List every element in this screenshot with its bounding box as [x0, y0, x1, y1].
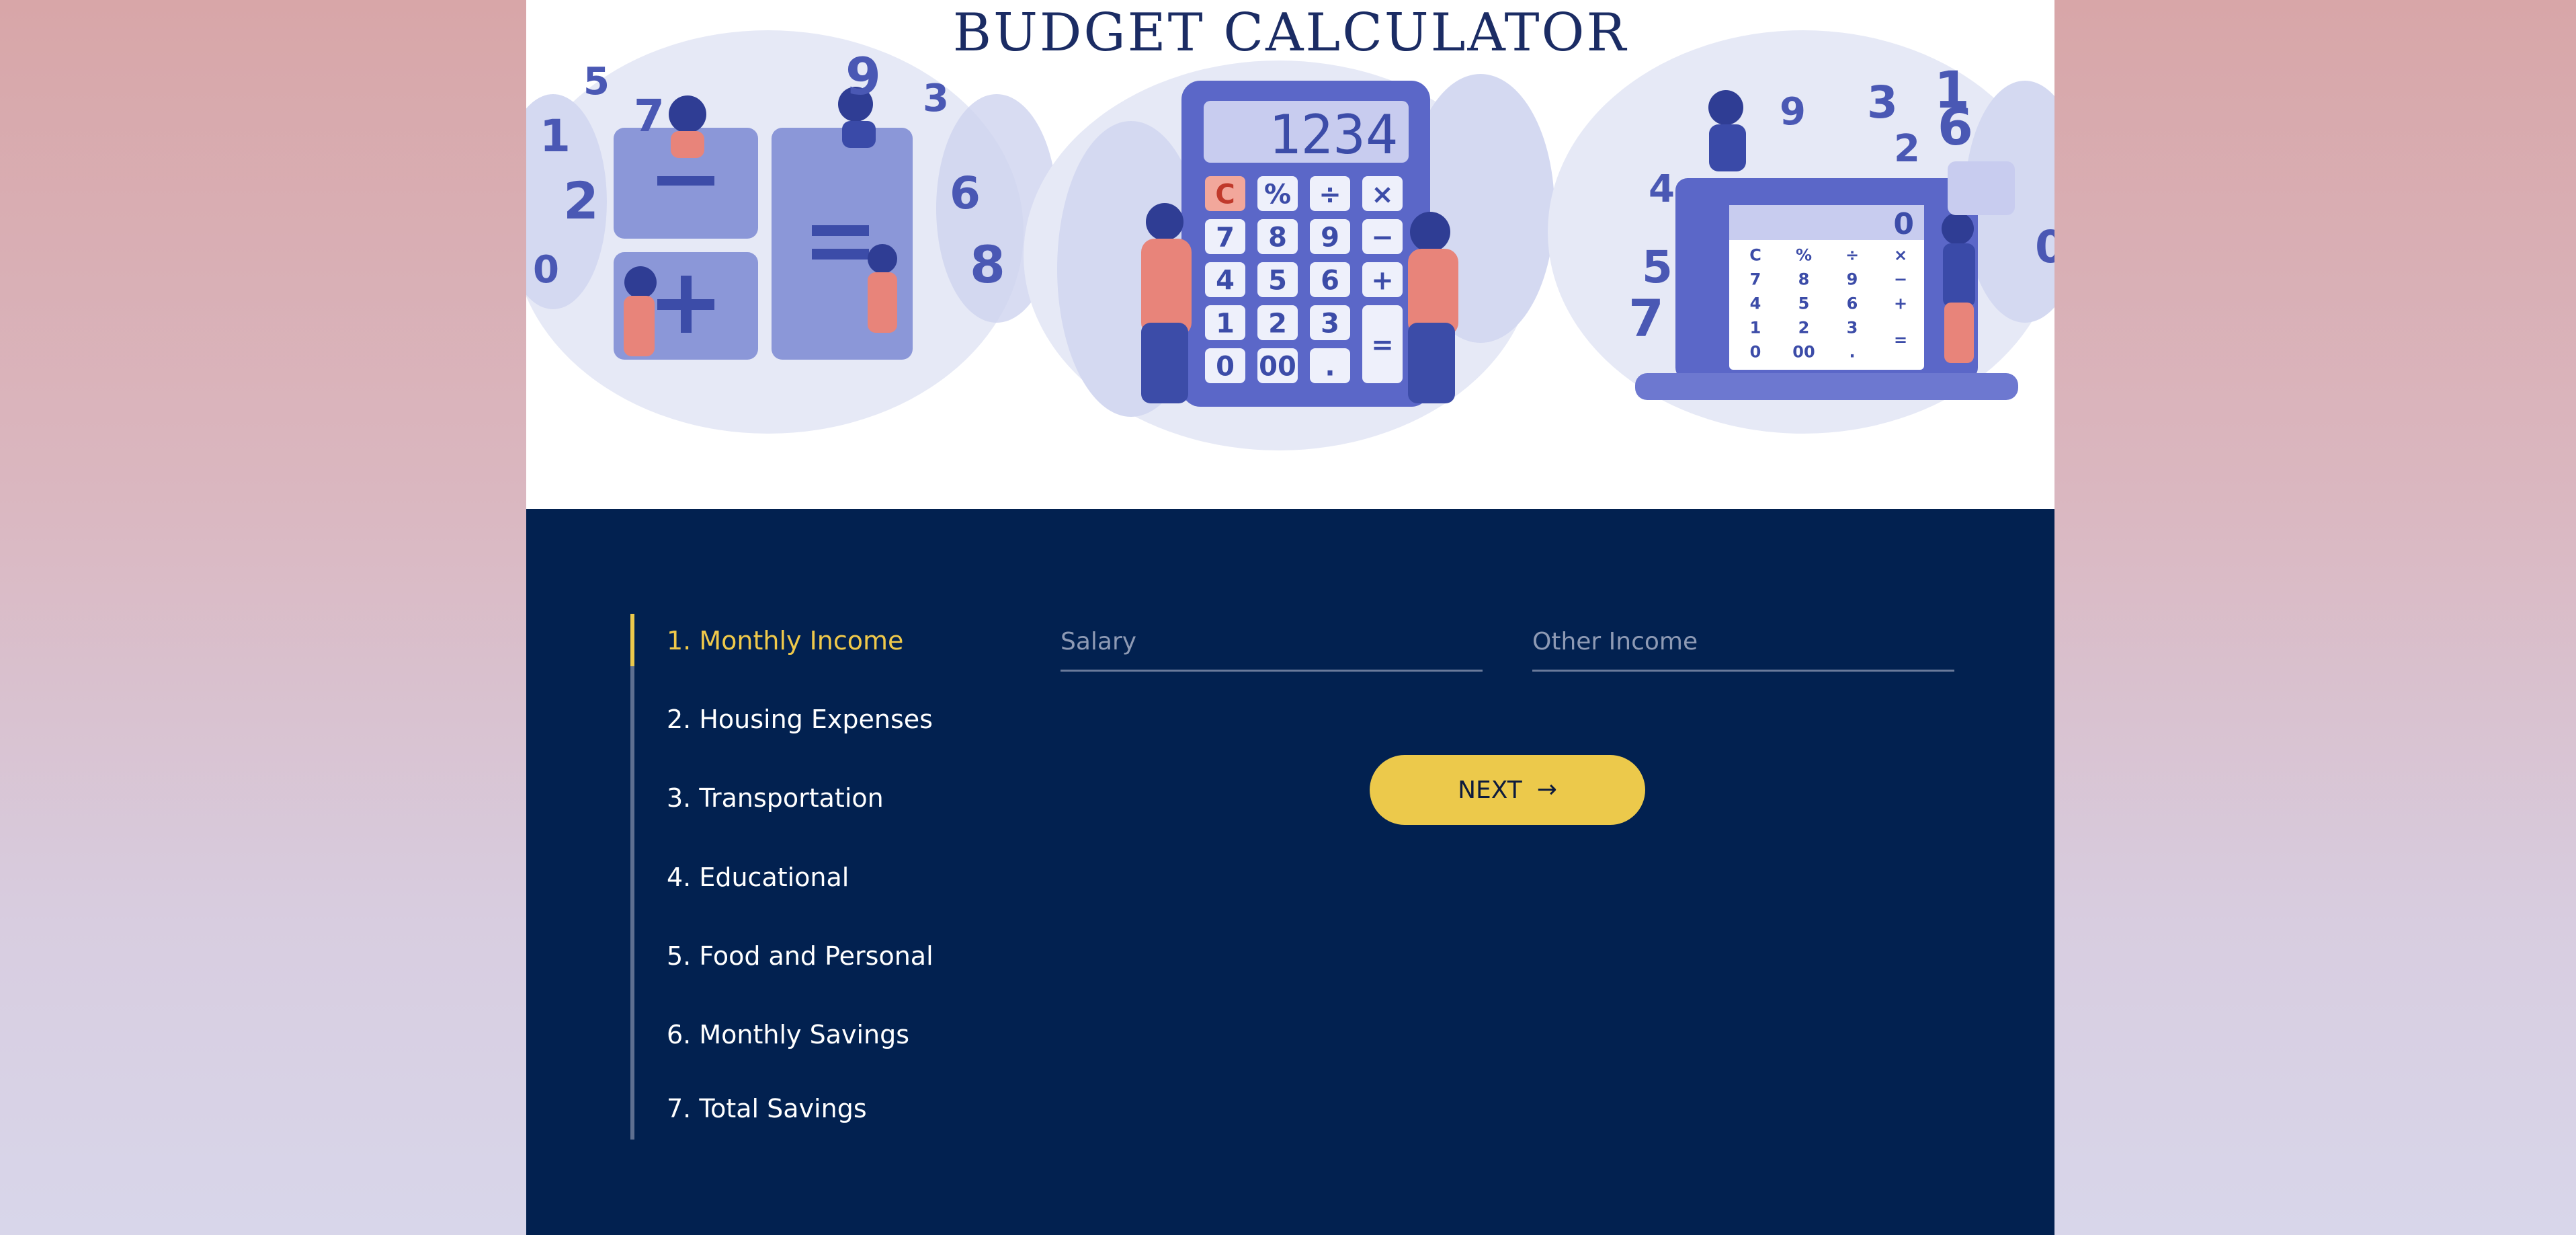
step-total-savings[interactable]: 7. Total Savings	[667, 1094, 867, 1123]
calculator-key-label: ×	[1894, 246, 1907, 265]
calculator-key-label: =	[1894, 331, 1907, 350]
floating-number: 5	[1642, 241, 1673, 293]
floating-number: 6	[1938, 97, 1973, 157]
calculator-key-label: 2	[1268, 308, 1287, 339]
floating-number: 0	[533, 248, 559, 292]
floating-number: 6	[950, 167, 981, 219]
calculator-key-label: ÷	[1845, 246, 1859, 265]
calculator-key-label: +	[1371, 265, 1394, 296]
calculator-key-label: 5	[1798, 294, 1810, 313]
active-step-indicator	[630, 614, 634, 666]
calculator-key-label: 4	[1750, 294, 1761, 313]
calculator-key-label: .	[1325, 351, 1335, 382]
calculator-key-label: =	[1371, 329, 1394, 360]
floating-number: 2	[1894, 127, 1920, 171]
floating-number: 4	[1649, 167, 1675, 211]
hero-banner: 1234 C% ÷ × 7 8 9−4 5 6 +1 2 3 = 0 00. 0 C% ÷ × 7 8 9−4 5 6 +…	[526, 0, 2054, 509]
step-educational[interactable]: 4. Educational	[667, 863, 849, 892]
calculator-key-label: 6	[1847, 294, 1858, 313]
step-housing-expenses[interactable]: 2. Housing Expenses	[667, 705, 933, 734]
laptop-display-text: 0	[1893, 207, 1914, 241]
calculator-key-label: C	[1749, 246, 1761, 265]
floating-number: 3	[923, 77, 949, 120]
step-list: 1. Monthly Income 2. Housing Expenses 3.…	[630, 614, 1007, 1140]
calculator-panel: 1. Monthly Income 2. Housing Expenses 3.…	[526, 509, 2054, 1235]
other-income-field	[1532, 604, 1954, 672]
calculator-key-label: 00	[1792, 343, 1815, 362]
hero-illustration: 1234 C% ÷ ×7 8 9 −4 5 6 +1 2 3=0 00. 0 C% ÷ ×7 8 9 −4 5 6 +…	[526, 30, 2054, 450]
calculator-key-label: −	[1894, 270, 1907, 289]
calculator-key-label: 4	[1216, 265, 1235, 296]
arrow-right-icon: →	[1536, 776, 1557, 803]
calculator-key-label: 8	[1798, 270, 1810, 289]
floating-number: 1	[540, 110, 571, 162]
calculator-key-label: C	[1215, 179, 1235, 210]
calculator-key-label: +	[1894, 294, 1907, 313]
calculator-display-text: 1234	[1268, 104, 1398, 166]
salary-input[interactable]	[1061, 621, 1483, 662]
floating-number: 3	[1867, 77, 1898, 128]
calculator-key-label: 0	[1216, 351, 1235, 382]
floating-number: 8	[970, 235, 1005, 294]
calculator-key-label: 00	[1259, 351, 1296, 382]
calculator-key-label: 7	[1750, 270, 1761, 289]
step-monthly-savings[interactable]: 6. Monthly Savings	[667, 1020, 909, 1049]
page-frame: 1234 C% ÷ × 7 8 9−4 5 6 +1 2 3 = 0 00. 0 C% ÷ × 7 8 9−4 5 6 +…	[526, 0, 2054, 1235]
calculator-key-label: 8	[1268, 222, 1287, 253]
calculator-key-label: %	[1264, 179, 1291, 210]
floating-number: 5	[583, 60, 610, 104]
floating-number: 7	[1628, 288, 1664, 348]
step-transportation[interactable]: 3. Transportation	[667, 783, 884, 813]
next-button-label: NEXT	[1458, 776, 1522, 804]
calculator-key-label: 9	[1321, 222, 1339, 253]
calculator-key-label: 6	[1321, 265, 1339, 296]
calculator-key-label: ×	[1371, 179, 1394, 210]
calculator-key-label: 2	[1798, 319, 1810, 337]
calculator-key-label: .	[1849, 343, 1855, 362]
calculator-key-label: 3	[1321, 308, 1339, 339]
calculator-key-label: 3	[1847, 319, 1858, 337]
step-food-and-personal[interactable]: 5. Food and Personal	[667, 941, 933, 971]
next-button[interactable]: NEXT →	[1370, 755, 1645, 825]
page-title: BUDGET CALCULATOR	[952, 3, 1628, 63]
calculator-key-label: %	[1796, 246, 1812, 265]
floating-number: 2	[563, 171, 599, 231]
calculator-key-label: −	[1371, 222, 1394, 253]
calculator-key-label: 1	[1216, 308, 1235, 339]
floating-number: 7	[634, 90, 665, 142]
calculator-key-label: ÷	[1319, 179, 1341, 210]
salary-field	[1061, 604, 1483, 672]
calculator-key-label: 0	[1750, 343, 1761, 362]
floating-number: 0	[2035, 221, 2054, 273]
calculator-key-label: 5	[1268, 265, 1287, 296]
calculator-key-label: 1	[1750, 319, 1761, 337]
floating-number: 9	[1780, 90, 1806, 134]
other-income-input[interactable]	[1532, 621, 1954, 662]
calculator-key-label: 9	[1847, 270, 1858, 289]
center-illustration: 1234 C% ÷ ×7 8 9 −4 5 6 +1 2 3=0 00.	[1024, 61, 1554, 450]
step-monthly-income[interactable]: 1. Monthly Income	[667, 626, 903, 655]
calculator-key-label: 7	[1216, 222, 1235, 253]
